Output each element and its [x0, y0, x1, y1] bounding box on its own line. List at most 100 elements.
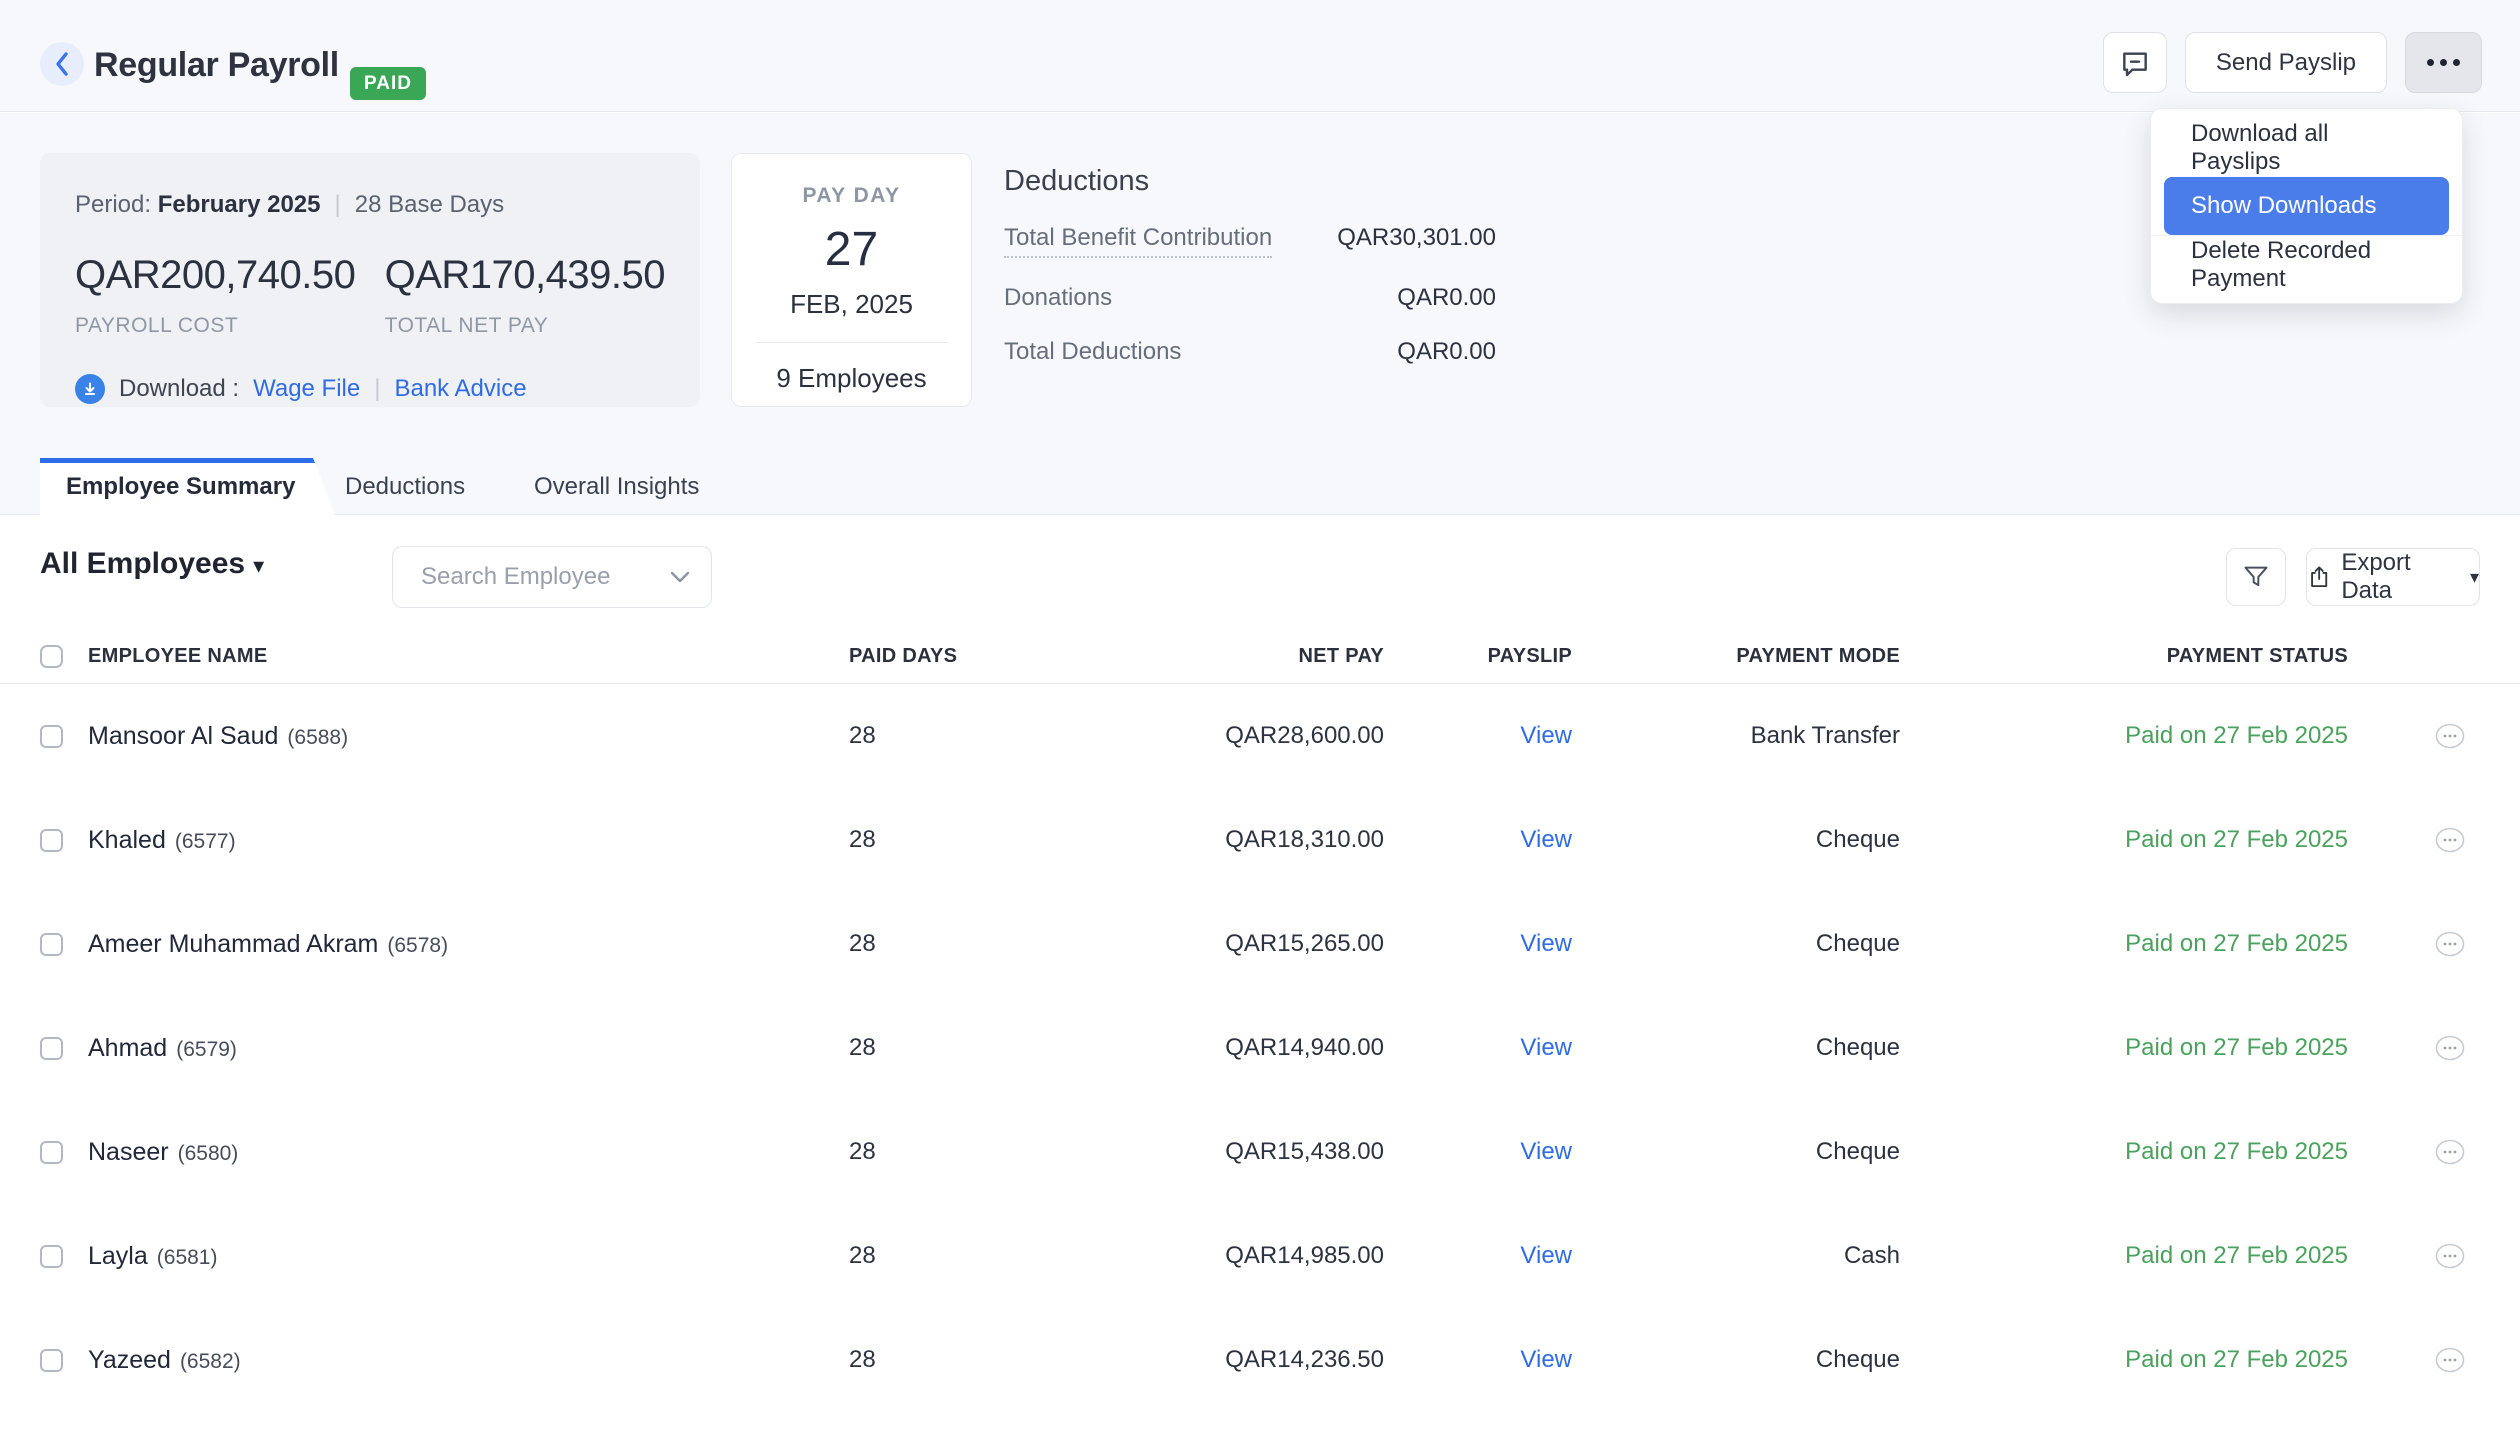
- row-checkbox[interactable]: [40, 1141, 63, 1164]
- export-icon: [2307, 564, 2331, 590]
- row-checkbox[interactable]: [40, 1245, 63, 1268]
- chevron-left-icon: [53, 51, 71, 77]
- summary-section: Period: February 2025 | 28 Base Days QAR…: [0, 113, 2520, 515]
- row-more-icon[interactable]: [2435, 1139, 2465, 1165]
- payment-mode-cell: Cheque: [1572, 1346, 1900, 1374]
- row-checkbox[interactable]: [40, 1037, 63, 1060]
- employee-id: (6579): [176, 1038, 237, 1061]
- deduction-row: Total DeductionsQAR0.00: [1004, 338, 1496, 366]
- menu-item-show-downloads[interactable]: Show Downloads: [2164, 177, 2449, 235]
- column-paid-days: PAID DAYS: [826, 645, 996, 668]
- paid-days-cell: 28: [826, 722, 996, 750]
- table-row: Layla(6581) 28 QAR14,985.00 View Cash Pa…: [0, 1204, 2520, 1308]
- paid-days-cell: 28: [826, 826, 996, 854]
- payment-status-cell: Paid on 27 Feb 2025: [1900, 1346, 2348, 1374]
- employee-filter-dropdown[interactable]: All Employees ▾: [40, 547, 264, 581]
- row-more-icon[interactable]: [2435, 1035, 2465, 1061]
- payment-mode-cell: Cheque: [1572, 826, 1900, 854]
- comment-icon: [2119, 47, 2151, 79]
- view-payslip-link[interactable]: View: [1384, 1138, 1572, 1166]
- base-days: 28 Base Days: [355, 191, 504, 219]
- filter-button[interactable]: [2226, 548, 2286, 606]
- view-payslip-link[interactable]: View: [1384, 722, 1572, 750]
- export-data-button[interactable]: Export Data ▾: [2306, 548, 2480, 606]
- employee-name-cell: Khaled(6577): [63, 826, 826, 855]
- caret-down-icon: ▾: [2470, 567, 2479, 588]
- chevron-down-icon: [669, 570, 691, 584]
- deduction-value: QAR30,301.00: [1337, 224, 1496, 252]
- payment-status-cell: Paid on 27 Feb 2025: [1900, 930, 2348, 958]
- column-employee-name: EMPLOYEE NAME: [63, 645, 826, 668]
- table-toolbar: All Employees ▾ Search Employee Export Da…: [0, 515, 2520, 630]
- employee-name-cell: Ameer Muhammad Akram(6578): [63, 930, 826, 959]
- payment-mode-cell: Bank Transfer: [1572, 722, 1900, 750]
- divider: |: [334, 191, 340, 219]
- net-pay-cell: QAR15,265.00: [996, 930, 1384, 958]
- period-label: Period: February 2025: [75, 191, 320, 219]
- download-label: Download :: [119, 375, 239, 403]
- paid-days-cell: 28: [826, 1138, 996, 1166]
- comments-button[interactable]: [2103, 32, 2167, 93]
- view-payslip-link[interactable]: View: [1384, 1242, 1572, 1270]
- employee-id: (6578): [387, 934, 448, 957]
- tab-overall-insights[interactable]: Overall Insights: [534, 458, 699, 515]
- row-more-icon[interactable]: [2435, 723, 2465, 749]
- paid-days-cell: 28: [826, 1346, 996, 1374]
- payment-mode-cell: Cheque: [1572, 1138, 1900, 1166]
- employee-name-cell: Yazeed(6582): [63, 1346, 826, 1375]
- back-button[interactable]: [40, 42, 84, 86]
- row-more-icon[interactable]: [2435, 931, 2465, 957]
- search-employee-select[interactable]: Search Employee: [392, 546, 712, 608]
- payday-employee-count: 9 Employees: [732, 363, 971, 394]
- payment-status-cell: Paid on 27 Feb 2025: [1900, 1138, 2348, 1166]
- bank-advice-link[interactable]: Bank Advice: [394, 375, 526, 403]
- employee-name-cell: Naseer(6580): [63, 1138, 826, 1167]
- employee-name-cell: Ahmad(6579): [63, 1034, 826, 1063]
- deductions-panel: Deductions Total Benefit ContributionQAR…: [1004, 165, 1496, 366]
- payroll-cost-label: PAYROLL COST: [75, 314, 385, 338]
- employee-filter-label: All Employees: [40, 547, 245, 580]
- tab-deductions[interactable]: Deductions: [345, 458, 465, 515]
- row-actions-cell: [2348, 723, 2480, 749]
- tab-employee-summary[interactable]: Employee Summary: [40, 458, 335, 515]
- row-more-icon[interactable]: [2435, 827, 2465, 853]
- top-header-bar: Regular Payroll PAID Send Payslip: [0, 0, 2520, 112]
- employee-name: Mansoor Al Saud: [88, 722, 278, 750]
- row-checkbox[interactable]: [40, 933, 63, 956]
- payment-mode-cell: Cheque: [1572, 1034, 1900, 1062]
- search-placeholder: Search Employee: [421, 563, 669, 591]
- net-pay-cell: QAR14,940.00: [996, 1034, 1384, 1062]
- ellipsis-icon: [2427, 59, 2460, 66]
- payment-status-cell: Paid on 27 Feb 2025: [1900, 1034, 2348, 1062]
- table-row: Ameer Muhammad Akram(6578) 28 QAR15,265.…: [0, 892, 2520, 996]
- row-more-icon[interactable]: [2435, 1347, 2465, 1373]
- select-all-checkbox[interactable]: [40, 645, 63, 668]
- view-payslip-link[interactable]: View: [1384, 1034, 1572, 1062]
- total-net-pay-value: QAR170,439.50: [385, 253, 665, 298]
- row-checkbox[interactable]: [40, 1349, 63, 1372]
- caret-down-icon: ▾: [253, 553, 264, 578]
- paid-days-cell: 28: [826, 1034, 996, 1062]
- row-more-icon[interactable]: [2435, 1243, 2465, 1269]
- wage-file-link[interactable]: Wage File: [253, 375, 360, 403]
- deduction-label: Donations: [1004, 284, 1112, 312]
- employee-table-body: Mansoor Al Saud(6588) 28 QAR28,600.00 Vi…: [0, 684, 2520, 1412]
- menu-item-download-all-payslips[interactable]: Download all Payslips: [2151, 119, 2462, 177]
- net-pay-cell: QAR14,236.50: [996, 1346, 1384, 1374]
- row-checkbox[interactable]: [40, 829, 63, 852]
- page-title: Regular Payroll: [94, 46, 339, 85]
- view-payslip-link[interactable]: View: [1384, 930, 1572, 958]
- download-icon: [75, 374, 105, 404]
- row-checkbox[interactable]: [40, 725, 63, 748]
- send-payslip-button[interactable]: Send Payslip: [2185, 32, 2387, 93]
- view-payslip-link[interactable]: View: [1384, 1346, 1572, 1374]
- deduction-label[interactable]: Total Benefit Contribution: [1004, 224, 1272, 258]
- column-payslip: PAYSLIP: [1384, 645, 1572, 668]
- employee-name: Khaled: [88, 826, 166, 854]
- paid-days-cell: 28: [826, 1242, 996, 1270]
- view-payslip-link[interactable]: View: [1384, 826, 1572, 854]
- table-row: Khaled(6577) 28 QAR18,310.00 View Cheque…: [0, 788, 2520, 892]
- more-actions-button[interactable]: [2405, 32, 2482, 93]
- employee-id: (6582): [180, 1350, 241, 1373]
- menu-item-delete-recorded-payment[interactable]: Delete Recorded Payment: [2151, 235, 2462, 293]
